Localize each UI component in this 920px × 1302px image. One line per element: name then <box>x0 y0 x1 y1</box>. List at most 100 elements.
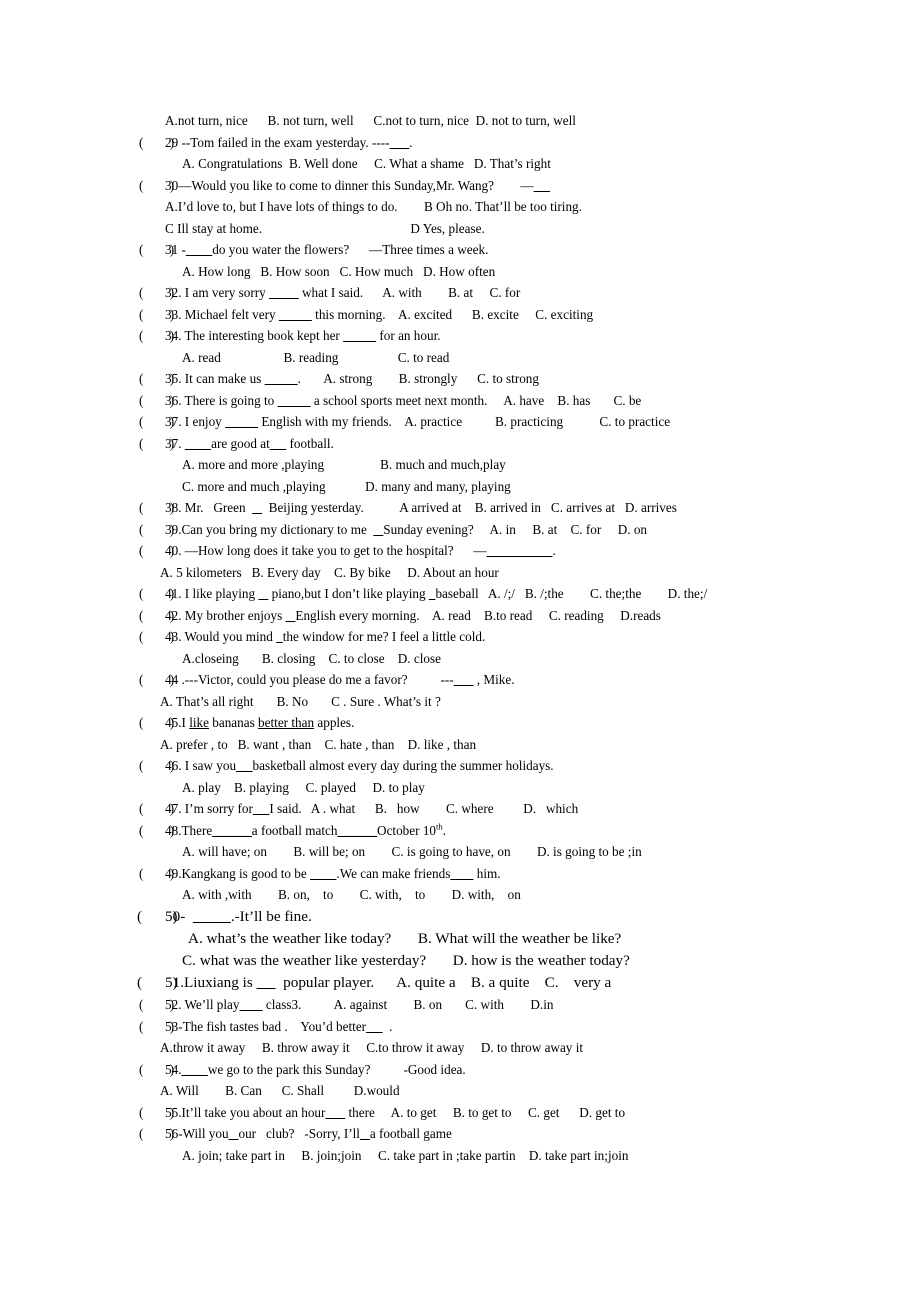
answer-bracket[interactable]: ( ) <box>139 132 179 154</box>
worksheet-question-list: A.not turn, nice B. not turn, well C.not… <box>0 110 920 1166</box>
answer-bracket[interactable]: ( ) <box>139 798 179 820</box>
option-line: A. what’s the weather like today? B. Wha… <box>0 928 920 950</box>
fill-in-blank[interactable] <box>390 135 410 150</box>
answer-bracket[interactable]: ( ) <box>139 433 179 455</box>
fill-in-blank[interactable] <box>258 586 268 601</box>
fill-in-blank[interactable] <box>279 307 312 322</box>
question-line: ( ) 37. are good at football. <box>0 433 920 455</box>
answer-bracket[interactable]: ( ) <box>137 906 178 928</box>
option-line: A. will have; on B. will be; on C. is go… <box>0 841 920 863</box>
answer-bracket[interactable]: ( ) <box>139 626 179 648</box>
answer-bracket[interactable]: ( ) <box>139 390 179 412</box>
line-text: 34. The interesting book kept her for an… <box>165 328 441 343</box>
fill-in-blank[interactable] <box>270 436 286 451</box>
line-text: A. more and more ,playing B. much and mu… <box>182 457 506 472</box>
question-line: ( ) 31 - do you water the flowers? —Three… <box>0 239 920 261</box>
line-text: A. How long B. How soon C. How much D. H… <box>182 263 496 279</box>
line-text: 47. I’m sorry for I said. A . what B. ho… <box>165 801 579 816</box>
option-line: A. Will B. Can C. Shall D.would <box>0 1080 920 1102</box>
fill-in-blank[interactable] <box>278 393 311 408</box>
line-text: 36. There is going to a school sports me… <box>165 392 642 408</box>
line-text: 32. I am very sorry what I said. A. with… <box>165 285 521 300</box>
question-line: ( ) 33. Michael felt very this morning. A… <box>0 304 920 326</box>
line-text: A. Will B. Can C. Shall D.would <box>160 1083 400 1099</box>
fill-in-blank[interactable] <box>276 629 283 644</box>
underlined-phrase: like <box>189 715 209 730</box>
answer-bracket[interactable]: ( ) <box>139 175 179 197</box>
option-line: C. what was the weather like yesterday? … <box>0 950 920 972</box>
answer-bracket[interactable]: ( ) <box>139 669 179 691</box>
question-line: ( ) 30—Would you like to come to dinner t… <box>0 175 920 197</box>
fill-in-blank[interactable] <box>343 328 376 343</box>
fill-in-blank[interactable] <box>534 178 550 193</box>
question-line: ( ) 40. —How long does it take you to get… <box>0 540 920 562</box>
fill-in-blank[interactable] <box>450 866 473 881</box>
answer-bracket[interactable]: ( ) <box>139 712 179 734</box>
line-text: 52. We’ll play class3. A. against B. on … <box>165 997 554 1013</box>
answer-bracket[interactable]: ( ) <box>137 972 178 994</box>
answer-bracket[interactable]: ( ) <box>139 239 179 261</box>
answer-bracket[interactable]: ( ) <box>139 863 179 885</box>
question-line: ( ) 50- .-It’ll be fine. <box>0 906 920 928</box>
answer-bracket[interactable]: ( ) <box>139 994 179 1016</box>
fill-in-blank[interactable]: ______ <box>212 823 252 838</box>
answer-bracket[interactable]: ( ) <box>139 1016 179 1038</box>
answer-bracket[interactable]: ( ) <box>139 755 179 777</box>
fill-in-blank[interactable] <box>360 1126 370 1141</box>
fill-in-blank[interactable] <box>186 242 212 257</box>
answer-bracket[interactable]: ( ) <box>139 497 179 519</box>
line-text: 54. we go to the park this Sunday? -Good… <box>165 1061 466 1077</box>
fill-in-blank[interactable] <box>429 586 436 601</box>
fill-in-blank[interactable] <box>252 500 262 515</box>
line-text: 39.Can you bring my dictionary to me Sun… <box>165 521 648 537</box>
fill-in-blank[interactable] <box>253 801 269 816</box>
fill-in-blank[interactable] <box>310 866 336 881</box>
answer-bracket[interactable]: ( ) <box>139 519 179 541</box>
line-text: A. with ,with B. on, to C. with, to D. w… <box>182 887 521 902</box>
fill-in-blank[interactable] <box>265 371 298 386</box>
fill-in-blank[interactable] <box>487 543 553 558</box>
answer-bracket[interactable]: ( ) <box>139 820 179 842</box>
answer-bracket[interactable]: ( ) <box>139 304 179 326</box>
answer-bracket[interactable]: ( ) <box>139 368 179 390</box>
fill-in-blank[interactable] <box>193 908 231 925</box>
answer-bracket[interactable]: ( ) <box>139 1059 179 1081</box>
fill-in-blank[interactable] <box>454 672 474 687</box>
fill-in-blank[interactable] <box>325 1105 345 1120</box>
option-line: A.I’d love to, but I have lots of things… <box>0 196 920 218</box>
question-line: ( ) 42. My brother enjoys English every m… <box>0 605 920 627</box>
answer-bracket[interactable]: ( ) <box>139 325 179 347</box>
line-text: 33. Michael felt very this morning. A. e… <box>165 306 594 322</box>
line-text: A.I’d love to, but I have lots of things… <box>165 199 582 214</box>
answer-bracket[interactable]: ( ) <box>139 540 179 562</box>
fill-in-blank[interactable] <box>240 997 263 1012</box>
line-text: 50- .-It’ll be fine. <box>165 907 312 925</box>
question-line: ( ) 32. I am very sorry what I said. A. w… <box>0 282 920 304</box>
answer-bracket[interactable]: ( ) <box>139 282 179 304</box>
answer-bracket[interactable]: ( ) <box>139 1123 179 1145</box>
answer-bracket[interactable]: ( ) <box>139 1102 179 1124</box>
line-text: 31 - do you water the flowers? —Three ti… <box>165 242 489 257</box>
fill-in-blank[interactable] <box>185 436 211 451</box>
fill-in-blank[interactable] <box>236 758 252 773</box>
fill-in-blank[interactable] <box>229 1126 239 1141</box>
fill-in-blank[interactable] <box>373 522 383 537</box>
answer-bracket[interactable]: ( ) <box>139 605 179 627</box>
option-line: A.throw it away B. throw away it C.to th… <box>0 1037 920 1059</box>
option-line: A. 5 kilometers B. Every day C. By bike … <box>0 562 920 584</box>
fill-in-blank[interactable] <box>181 1062 207 1077</box>
answer-bracket[interactable]: ( ) <box>139 583 179 605</box>
fill-in-blank[interactable]: ______ <box>337 823 377 838</box>
fill-in-blank[interactable] <box>269 285 299 300</box>
question-line: ( ) 39.Can you bring my dictionary to me … <box>0 519 920 541</box>
line-text: A. join; take part in B. join;join C. ta… <box>182 1147 629 1163</box>
fill-in-blank[interactable] <box>366 1019 382 1034</box>
question-line: ( ) 35. It can make us . A. strong B. str… <box>0 368 920 390</box>
fill-in-blank[interactable] <box>225 414 258 429</box>
question-line: ( ) 45.I like bananas better than apples. <box>0 712 920 734</box>
fill-in-blank[interactable] <box>286 608 296 623</box>
answer-bracket[interactable]: ( ) <box>139 411 179 433</box>
fill-in-blank[interactable] <box>257 974 276 991</box>
line-text: 48.There______a football match______Octo… <box>165 821 447 838</box>
line-text: 51.Liuxiang is popular player. A. quite … <box>165 974 612 992</box>
